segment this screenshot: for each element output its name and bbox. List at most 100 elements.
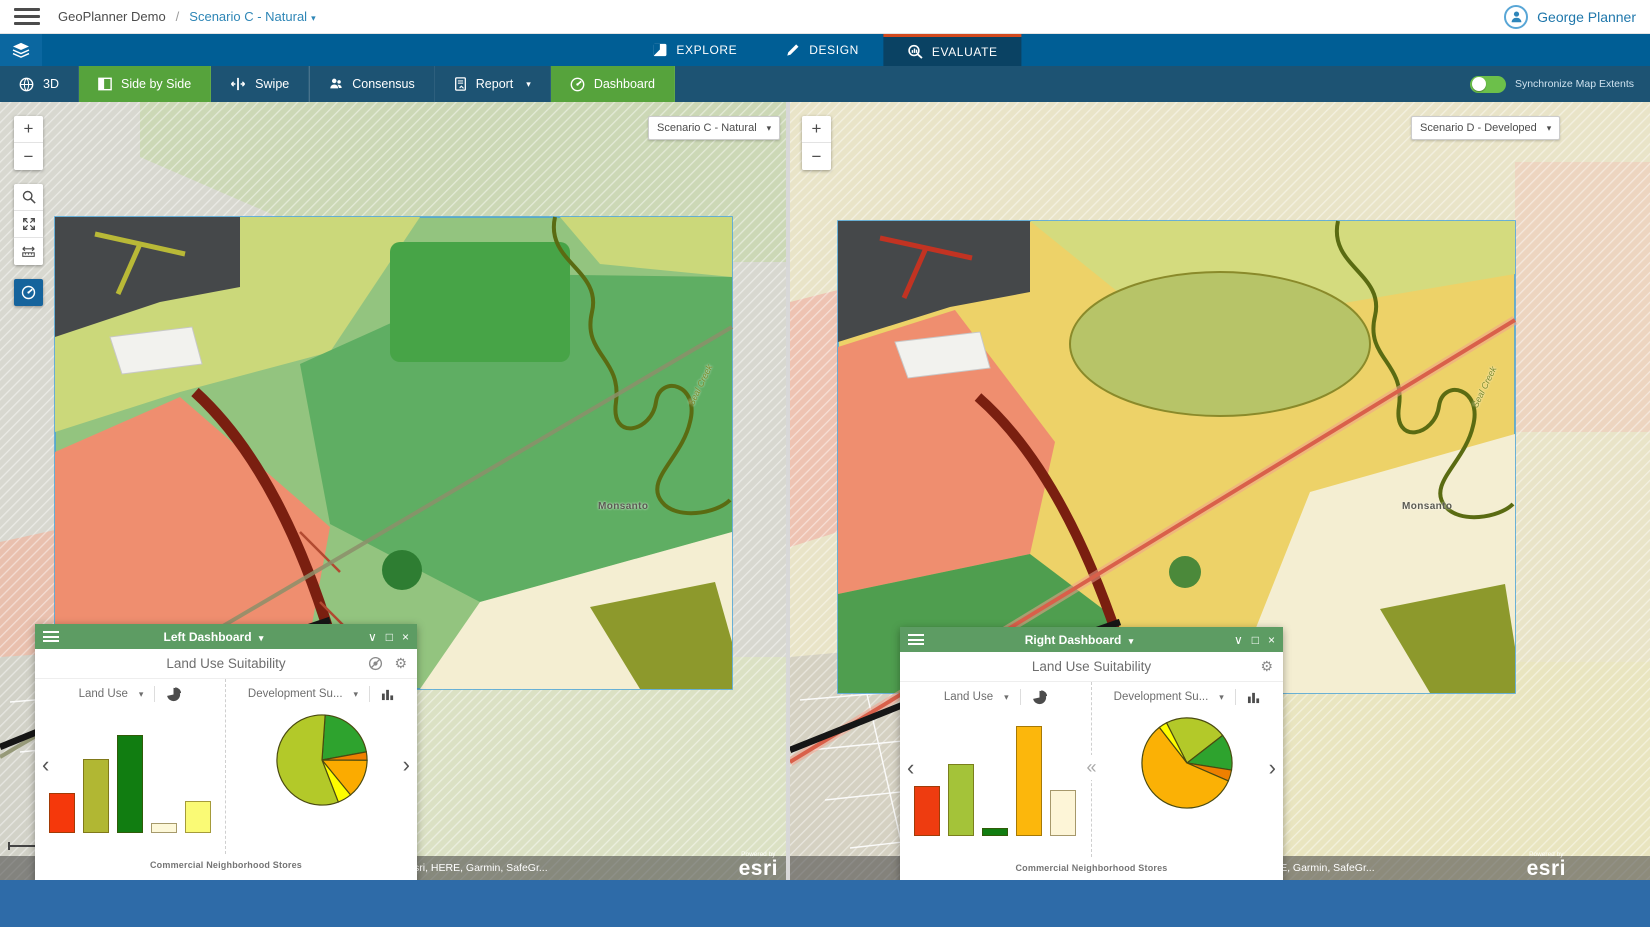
right-dashboard-charts: ‹ « Land Use ▾ D — [900, 682, 1283, 857]
side-by-side-label: Side by Side — [121, 77, 191, 91]
person-icon — [1510, 10, 1523, 23]
right-dashboard-title-text: Right Dashboard — [1025, 633, 1122, 647]
zoom-out-button[interactable]: − — [14, 143, 43, 170]
powered-by-label: Powered by — [1527, 852, 1566, 859]
tab-evaluate-label: EVALUATE — [932, 45, 998, 59]
zoom-controls-left: + − — [14, 116, 43, 170]
synchronize-extents-toggle[interactable] — [1470, 76, 1506, 93]
left-dashboard-title[interactable]: Left Dashboard ▾ — [59, 630, 368, 644]
report-button[interactable]: Report ▾ — [435, 66, 551, 102]
report-label: Report — [476, 77, 514, 91]
synchronize-extents-label: Synchronize Map Extents — [1515, 78, 1634, 90]
measure-button[interactable] — [14, 238, 43, 265]
dashboard-button[interactable]: Dashboard — [551, 66, 675, 102]
zoom-in-button[interactable]: + — [802, 116, 831, 143]
land-use-bar-chart — [49, 713, 211, 833]
tab-design-label: DESIGN — [809, 43, 859, 57]
gear-icon[interactable]: ⚙ — [394, 655, 407, 672]
close-icon[interactable]: × — [402, 630, 409, 644]
caret-down-icon: ▾ — [259, 633, 264, 643]
search-button[interactable] — [14, 184, 43, 211]
dashboard-menu-icon[interactable] — [908, 634, 924, 645]
left-dashboard-panel: Left Dashboard ▾ ∨ □ × Land Use Suitabil… — [35, 624, 417, 880]
carousel-next-button[interactable]: › — [1269, 756, 1276, 778]
visibility-icon[interactable] — [368, 656, 383, 671]
place-label-monsanto: Monsanto — [598, 501, 648, 512]
evaluate-magnifier-icon — [907, 44, 923, 59]
collapse-chevron[interactable]: « — [1085, 755, 1097, 780]
report-document-icon — [454, 77, 467, 91]
zoom-controls-right: + − — [802, 116, 831, 170]
widget-title-row: Land Use Suitability ⚙ — [900, 652, 1283, 682]
chart-type-selector[interactable]: Land Use — [944, 691, 993, 703]
bar-chart-icon[interactable] — [1247, 691, 1261, 704]
minimize-icon[interactable]: ∨ — [1234, 633, 1243, 647]
dashboard-menu-icon[interactable] — [43, 631, 59, 642]
dashboard-label: Dashboard — [594, 77, 655, 91]
zoom-out-button[interactable]: − — [802, 143, 831, 170]
user-name[interactable]: George Planner — [1537, 9, 1636, 25]
widget-title: Land Use Suitability — [900, 659, 1283, 674]
carousel-prev-button[interactable]: ‹ — [42, 753, 49, 775]
development-suitability-pie-chart — [273, 711, 371, 814]
right-dashboard-header: Right Dashboard ▾ ∨ □ × — [900, 627, 1283, 652]
bar-chart-icon[interactable] — [381, 688, 395, 701]
maximize-icon[interactable]: □ — [386, 630, 393, 644]
bar-segment — [49, 793, 75, 833]
carousel-next-button[interactable]: › — [403, 753, 410, 775]
dashboard-tool-button[interactable] — [14, 279, 43, 306]
place-label-monsanto: Monsanto — [1402, 501, 1452, 512]
close-icon[interactable]: × — [1268, 633, 1275, 647]
layers-button[interactable] — [0, 34, 42, 66]
caret-down-icon: ▾ — [1219, 692, 1224, 703]
right-dashboard-title[interactable]: Right Dashboard ▾ — [924, 633, 1234, 647]
chart-caption: Commercial Neighborhood Stores — [35, 854, 417, 880]
bar-segment — [117, 735, 143, 833]
chart-type-selector[interactable]: Development Su... — [248, 688, 343, 700]
pie-chart-icon[interactable] — [166, 687, 181, 702]
caret-down-icon: ▾ — [311, 13, 316, 23]
bar-segment — [151, 823, 177, 833]
swipe-icon — [230, 77, 246, 91]
bar-segment — [1050, 790, 1076, 836]
swipe-button[interactable]: Swipe — [211, 66, 309, 102]
powered-by-label: Powered by — [739, 852, 778, 859]
esri-wordmark: esri — [739, 858, 778, 879]
chart-type-selector[interactable]: Development Su... — [1114, 691, 1209, 703]
breadcrumb-scenario-link[interactable]: Scenario C - Natural ▾ — [189, 9, 315, 24]
hamburger-menu-icon[interactable] — [14, 8, 40, 25]
breadcrumb-scenario-text: Scenario C - Natural — [189, 9, 307, 24]
left-dashboard-header: Left Dashboard ▾ ∨ □ × — [35, 624, 417, 649]
maximize-icon[interactable]: □ — [1252, 633, 1259, 647]
bar-segment — [185, 801, 211, 833]
zoom-in-button[interactable]: + — [14, 116, 43, 143]
user-avatar[interactable] — [1504, 5, 1528, 29]
land-use-chart-panel: Land Use ▾ — [35, 679, 226, 854]
tab-evaluate[interactable]: EVALUATE — [883, 34, 1022, 66]
widget-title: Land Use Suitability — [35, 656, 417, 671]
measure-ruler-icon — [21, 245, 36, 258]
map-area: Monsanto Seal Creek + − — [0, 102, 1650, 880]
3d-button[interactable]: 3D — [0, 66, 79, 102]
layers-icon — [12, 42, 30, 58]
consensus-button[interactable]: Consensus — [309, 66, 435, 102]
gear-icon[interactable]: ⚙ — [1260, 658, 1273, 675]
primary-nav: EXPLORE DESIGN EVALUATE — [0, 34, 1650, 66]
tab-design[interactable]: DESIGN — [761, 34, 883, 66]
bar-segment — [982, 828, 1008, 836]
side-by-side-button[interactable]: Side by Side — [79, 66, 211, 102]
tab-explore[interactable]: EXPLORE — [628, 34, 761, 66]
land-use-bar-chart — [914, 716, 1076, 836]
map-pane-left: Monsanto Seal Creek + − — [0, 102, 786, 880]
full-extent-button[interactable] — [14, 211, 43, 238]
dashboard-gauge-icon — [570, 77, 585, 92]
widget-title-row: Land Use Suitability ⚙ — [35, 649, 417, 679]
mode-tabs: EXPLORE DESIGN EVALUATE — [628, 34, 1021, 66]
minimize-icon[interactable]: ∨ — [368, 630, 377, 644]
scenario-selector-left[interactable]: Scenario C - Natural ▾ — [648, 116, 780, 140]
carousel-prev-button[interactable]: ‹ — [907, 756, 914, 778]
chart-type-selector[interactable]: Land Use — [79, 688, 128, 700]
scenario-selector-right[interactable]: Scenario D - Developed ▾ — [1411, 116, 1560, 140]
caret-down-icon: ▾ — [1129, 636, 1134, 646]
pie-chart-icon[interactable] — [1032, 690, 1047, 705]
